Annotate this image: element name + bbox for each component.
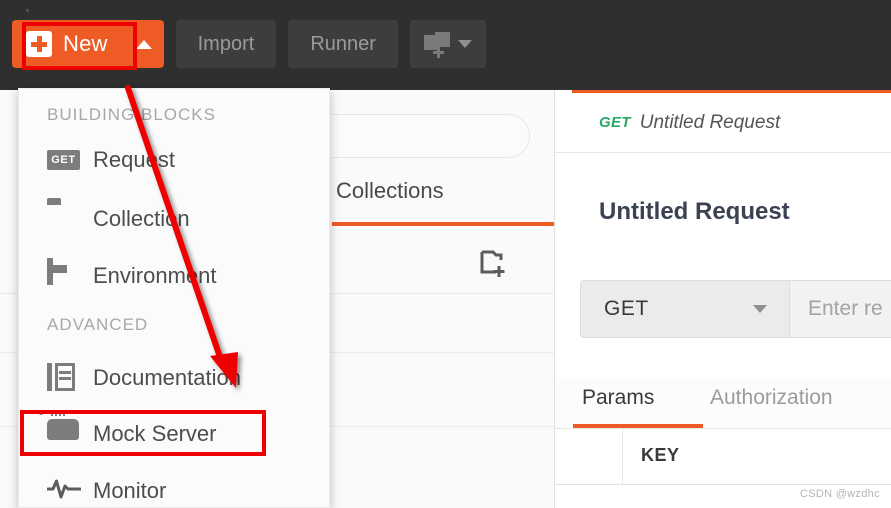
page-title: Untitled Request	[599, 198, 790, 225]
watermark: CSDN @wzdhc	[800, 488, 880, 500]
dropdown-item-request-label: Request	[93, 147, 175, 172]
request-title-wrap: Untitled Request	[599, 198, 790, 226]
params-checkbox-column	[555, 429, 623, 484]
app-window: New Import Runner Collections GET Untitl…	[0, 0, 891, 508]
get-badge-icon: GET	[47, 145, 81, 175]
new-button-caret[interactable]	[124, 20, 164, 68]
request-section-tabs: Params Authorization	[555, 378, 891, 429]
new-window-button[interactable]	[409, 20, 486, 68]
runner-button[interactable]: Runner	[288, 20, 398, 68]
http-method-value: GET	[604, 297, 649, 320]
new-button-main[interactable]: New	[12, 20, 124, 68]
monitor-icon	[46, 476, 82, 506]
plus-icon	[26, 31, 52, 57]
url-bar: GET Enter re	[580, 280, 891, 338]
caret-down-icon	[457, 40, 472, 48]
tab-authorization-label: Authorization	[710, 386, 833, 409]
tab-params-label: Params	[582, 386, 655, 409]
new-folder-icon[interactable]	[480, 248, 512, 278]
sidebar-tab-collections-label: Collections	[336, 178, 444, 203]
params-table-divider	[555, 484, 891, 485]
sidebar-tab-active-underline	[332, 222, 554, 226]
params-column-key: KEY	[641, 445, 680, 465]
window-dot	[26, 9, 29, 12]
new-window-icon	[423, 32, 450, 56]
environment-icon	[47, 258, 81, 291]
dropdown-item-collection-label: Collection	[93, 206, 190, 231]
dropdown-item-environment[interactable]: Environment	[19, 249, 329, 303]
runner-button-label: Runner	[310, 32, 376, 55]
dropdown-item-mock-server[interactable]: Mock Server	[19, 407, 329, 461]
new-button-label: New	[63, 31, 108, 56]
folder-icon	[47, 204, 81, 234]
caret-up-icon	[135, 39, 152, 49]
dropdown-item-collection[interactable]: Collection	[19, 192, 329, 246]
dropdown-item-mock-server-label: Mock Server	[93, 421, 217, 446]
get-badge-text: GET	[47, 150, 80, 170]
mock-server-icon	[39, 409, 81, 449]
top-toolbar: New Import Runner	[0, 0, 891, 90]
dropdown-item-monitor-label: Monitor	[93, 478, 167, 503]
request-tab-strip: GET Untitled Request	[555, 90, 891, 153]
tab-params[interactable]: Params	[582, 386, 654, 410]
url-input-placeholder: Enter re	[808, 297, 883, 320]
request-tab[interactable]: GET Untitled Request	[572, 90, 891, 152]
dropdown-section-advanced: ADVANCED	[47, 315, 149, 334]
import-button[interactable]: Import	[175, 20, 277, 68]
dropdown-item-documentation[interactable]: Documentation	[19, 351, 329, 405]
new-dropdown-menu: BUILDING BLOCKS GET Request Collection E…	[18, 88, 330, 508]
request-tab-method: GET	[599, 114, 631, 131]
dropdown-section-building-blocks: BUILDING BLOCKS	[47, 105, 216, 124]
dropdown-item-monitor[interactable]: Monitor	[19, 464, 329, 508]
dropdown-item-request[interactable]: GET Request	[19, 133, 329, 187]
tab-authorization[interactable]: Authorization	[710, 386, 833, 410]
sidebar-tab-collections[interactable]: Collections	[336, 178, 444, 204]
documentation-icon	[47, 363, 81, 393]
toolbar-button-group: New Import Runner	[12, 20, 486, 68]
tab-active-underline	[573, 424, 703, 428]
http-method-select[interactable]: GET	[580, 280, 790, 338]
import-button-label: Import	[197, 32, 255, 55]
chevron-down-icon	[753, 305, 767, 313]
new-button[interactable]: New	[12, 20, 164, 68]
dropdown-item-documentation-label: Documentation	[93, 365, 241, 390]
dropdown-item-environment-label: Environment	[93, 263, 217, 288]
request-tab-name: Untitled Request	[639, 111, 781, 133]
url-input[interactable]: Enter re	[790, 280, 891, 338]
request-panel: GET Untitled Request Untitled Request GE…	[555, 90, 891, 508]
